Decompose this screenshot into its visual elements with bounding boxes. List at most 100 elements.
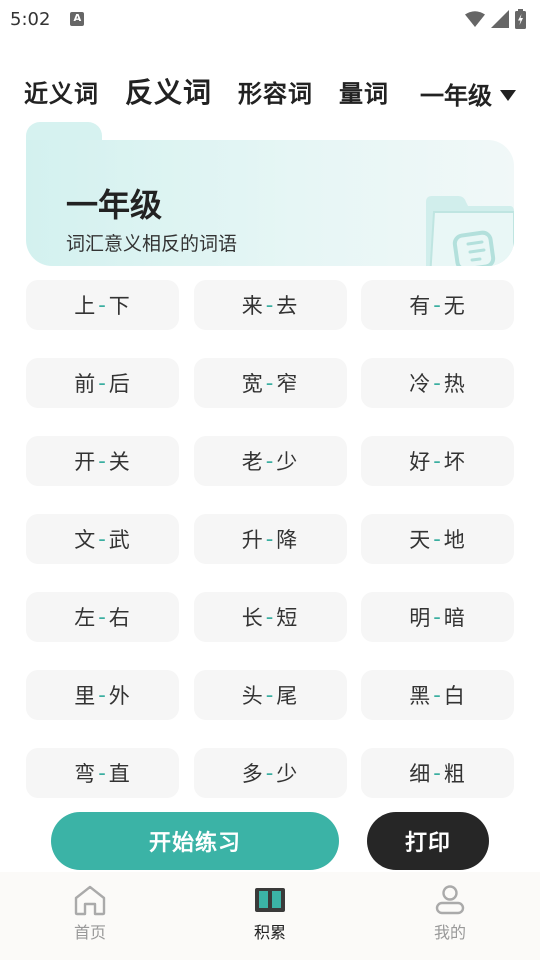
word-second: 关 [108,450,131,474]
pair-separator: - [98,371,107,395]
word-second: 短 [276,606,299,630]
pair-separator: - [98,761,107,785]
word-pair-item[interactable]: 里-外 [26,670,179,720]
word-first: 细 [409,762,432,786]
word-second: 暗 [443,606,466,630]
home-icon [74,885,106,916]
word-pair-item[interactable]: 来-去 [193,280,347,330]
pair-separator: - [265,371,275,395]
word-pair-item[interactable]: 多-少 [193,748,347,798]
word-pair-item[interactable]: 天-地 [361,514,514,564]
word-second: 直 [108,762,131,786]
word-pair-item[interactable]: 弯-直 [26,748,179,798]
word-first: 头 [241,684,264,708]
pair-separator: - [98,449,107,473]
word-pair-item[interactable]: 明-暗 [361,592,514,642]
tab-antonyms[interactable]: 反义词 [125,71,212,111]
folder-illustration-icon [426,196,514,266]
banner-title: 一年级 [66,186,163,224]
word-pair-item[interactable]: 细-粗 [361,748,514,798]
pair-separator: - [433,605,442,629]
caret-down-icon [500,89,516,101]
word-pair-item[interactable]: 冷-热 [361,358,514,408]
word-pair-item[interactable]: 文-武 [26,514,179,564]
pair-separator: - [433,371,442,395]
nav-label: 积累 [253,923,286,942]
pair-separator: - [433,449,442,473]
word-second: 降 [276,528,299,552]
word-first: 开 [74,450,97,474]
word-second: 地 [443,528,466,552]
pair-separator: - [265,527,275,551]
start-practice-button[interactable]: 开始练习 [51,812,339,870]
pair-separator: - [433,683,442,707]
notification-icon: A [70,12,85,26]
print-button[interactable]: 打印 [367,812,489,870]
word-second: 热 [443,372,466,396]
word-first: 有 [409,294,432,318]
word-second: 白 [443,684,466,708]
word-pair-item[interactable]: 好-坏 [361,436,514,486]
grade-select-value: 一年级 [420,82,492,110]
tab-adjectives[interactable]: 形容词 [238,74,313,109]
nav-profile[interactable]: 我的 [360,872,540,960]
word-pair-item[interactable]: 左-右 [26,592,179,642]
pair-separator: - [265,293,275,317]
word-second: 右 [108,606,131,630]
word-pair-grid: 上-下 来-去 有-无 前-后 宽-窄 冷-热 开-关 老-少 好-坏 文-武 … [26,280,514,798]
word-first: 长 [241,606,264,630]
word-first: 明 [409,606,432,630]
word-pair-item[interactable]: 前-后 [26,358,179,408]
category-tabs: 近义词 反义词 形容词 量词 一年级 [0,66,540,116]
word-first: 弯 [74,762,97,786]
word-second: 坏 [443,450,466,474]
word-pair-item[interactable]: 开-关 [26,436,179,486]
word-first: 上 [74,294,97,318]
word-first: 里 [74,684,97,708]
word-first: 文 [74,528,97,552]
tab-measure-words[interactable]: 量词 [339,74,389,109]
nav-home[interactable]: 首页 [0,872,180,960]
word-pair-item[interactable]: 有-无 [361,280,514,330]
word-first: 黑 [409,684,432,708]
word-second: 窄 [276,372,299,396]
word-first: 宽 [241,372,264,396]
pair-separator: - [98,527,107,551]
user-icon [435,885,465,915]
word-first: 升 [241,528,264,552]
book-icon [255,888,285,912]
word-second: 下 [108,294,131,318]
word-first: 天 [409,528,432,552]
word-pair-item[interactable]: 长-短 [193,592,347,642]
word-pair-item[interactable]: 头-尾 [193,670,347,720]
bottom-nav: 首页 积累 我的 [0,872,540,960]
word-second: 粗 [443,762,466,786]
signal-icon [491,10,509,28]
pair-separator: - [265,605,275,629]
banner-subtitle: 词汇意义相反的词语 [66,233,238,255]
pair-separator: - [433,527,442,551]
word-pair-item[interactable]: 老-少 [193,436,347,486]
nav-accumulate[interactable]: 积累 [180,872,360,960]
nav-label: 首页 [73,923,106,942]
word-pair-item[interactable]: 宽-窄 [193,358,347,408]
word-first: 左 [74,606,97,630]
word-first: 冷 [409,372,432,396]
tab-synonyms[interactable]: 近义词 [24,74,99,109]
pair-separator: - [265,683,275,707]
banner-card: 一年级 词汇意义相反的词语 [26,140,514,266]
nav-label: 我的 [433,923,466,942]
word-first: 老 [241,450,264,474]
grade-select[interactable]: 一年级 [420,76,516,111]
word-pair-item[interactable]: 黑-白 [361,670,514,720]
word-pair-item[interactable]: 上-下 [26,280,179,330]
word-second: 少 [276,762,299,786]
word-pair-item[interactable]: 升-降 [193,514,347,564]
pair-separator: - [433,293,442,317]
pair-separator: - [98,293,107,317]
word-second: 尾 [276,684,299,708]
pair-separator: - [265,449,275,473]
word-second: 外 [108,684,131,708]
status-time: 5:02 [10,8,51,30]
battery-icon [515,9,526,29]
